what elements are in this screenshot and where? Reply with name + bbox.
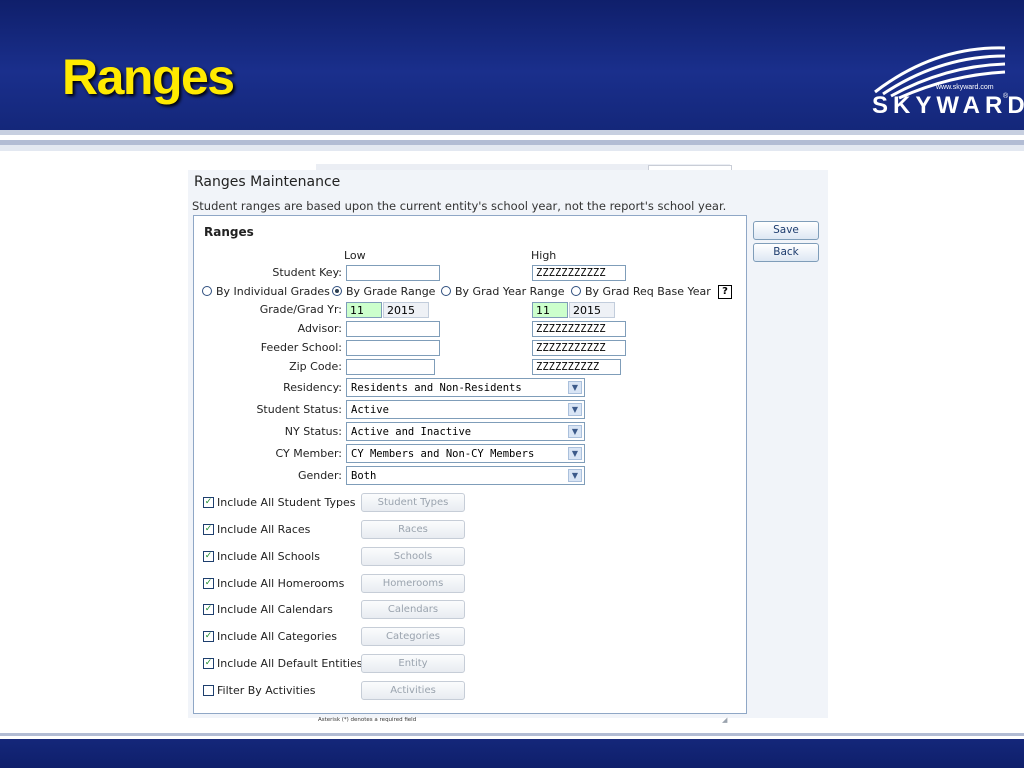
logo-wordmark: SKYWARD [872,92,1024,119]
feeder-school-label: Feeder School: [260,341,342,354]
gender-label: Gender: [297,469,342,482]
label-include-all-schools: Include All Schools [217,550,320,563]
feeder-school-high-input[interactable]: ZZZZZZZZZZZ [532,340,626,356]
categories-button[interactable]: Categories [361,627,465,646]
advisor-low-input[interactable] [346,321,440,337]
save-button[interactable]: Save [753,221,819,240]
gender-value: Both [351,470,377,482]
label-include-all-default-entities: Include All Default Entities [217,657,363,670]
checkbox-include-all-races[interactable]: ✓ [203,524,214,535]
student-key-high-input[interactable]: ZZZZZZZZZZZ [532,265,626,281]
student-types-button[interactable]: Student Types [361,493,465,512]
high-grade-input[interactable]: 11 [532,302,568,318]
required-field-note: Asterisk (*) denotes a required field [318,717,417,723]
chevron-down-icon[interactable]: ▼ [568,425,582,438]
low-column-header: Low [344,249,366,262]
zip-code-label: Zip Code: [289,360,342,373]
advisor-label: Advisor: [297,322,342,335]
residency-select[interactable]: Residents and Non-Residents ▼ [346,378,585,397]
radio-by-grad-year-range[interactable] [441,286,451,296]
chevron-down-icon[interactable]: ▼ [568,381,582,394]
calendars-button[interactable]: Calendars [361,600,465,619]
races-button[interactable]: Races [361,520,465,539]
panel-title: Ranges [204,225,254,239]
checkbox-include-all-categories[interactable]: ✓ [203,631,214,642]
student-status-label: Student Status: [256,403,342,416]
student-key-label: Student Key: [272,266,342,279]
chevron-down-icon[interactable]: ▼ [568,469,582,482]
label-filter-by-activities: Filter By Activities [217,684,316,697]
residency-label: Residency: [283,381,342,394]
radio-by-grade-range[interactable] [332,286,342,296]
checkbox-include-all-calendars[interactable]: ✓ [203,604,214,615]
checkbox-include-all-homerooms[interactable]: ✓ [203,578,214,589]
high-column-header: High [531,249,557,262]
residency-value: Residents and Non-Residents [351,382,522,394]
schools-button[interactable]: Schools [361,547,465,566]
feeder-school-low-input[interactable] [346,340,440,356]
header-stripe [0,145,1024,151]
zip-code-high-input[interactable]: ZZZZZZZZZZ [532,359,621,375]
grade-grad-yr-label: Grade/Grad Yr: [259,303,342,316]
registered-mark: ® [1003,93,1009,100]
ny-status-value: Active and Inactive [351,426,472,438]
checkbox-include-all-default-entities[interactable]: ✓ [203,658,214,669]
radio-label-by-grad-req-base-year: By Grad Req Base Year [585,285,711,298]
ny-status-label: NY Status: [284,425,342,438]
low-grade-input[interactable]: 11 [346,302,382,318]
entity-button[interactable]: Entity [361,654,465,673]
student-status-value: Active [351,404,389,416]
label-include-all-homerooms: Include All Homerooms [217,577,345,590]
label-include-all-student-types: Include All Student Types [217,496,356,509]
low-grad-year-field: 2015 [383,302,429,318]
advisor-high-input[interactable]: ZZZZZZZZZZZ [532,321,626,337]
activities-button[interactable]: Activities [361,681,465,700]
cy-member-value: CY Members and Non-CY Members [351,448,535,460]
checkbox-filter-by-activities[interactable] [203,685,214,696]
student-key-low-input[interactable] [346,265,440,281]
label-include-all-categories: Include All Categories [217,630,337,643]
high-grad-year-field: 2015 [569,302,615,318]
radio-label-by-individual-grades: By Individual Grades [216,285,330,298]
back-button[interactable]: Back [753,243,819,262]
cy-member-label: CY Member: [275,447,342,460]
label-include-all-races: Include All Races [217,523,311,536]
zip-code-low-input[interactable] [346,359,435,375]
help-button[interactable]: ? [718,285,732,299]
slide-title: Ranges [62,49,235,105]
logo-url: www.skyward.com [936,84,994,91]
chevron-down-icon[interactable]: ▼ [568,403,582,416]
cy-member-select[interactable]: CY Members and Non-CY Members ▼ [346,444,585,463]
radio-label-by-grad-year-range: By Grad Year Range [455,285,565,298]
radio-label-by-grade-range: By Grade Range [346,285,436,298]
radio-by-individual-grades[interactable] [202,286,212,296]
homerooms-button[interactable]: Homerooms [361,574,465,593]
student-status-select[interactable]: Active ▼ [346,400,585,419]
checkbox-include-all-schools[interactable]: ✓ [203,551,214,562]
screen-title: Ranges Maintenance [194,174,341,190]
label-include-all-calendars: Include All Calendars [217,603,333,616]
gender-select[interactable]: Both ▼ [346,466,585,485]
footer-bar [0,739,1024,768]
chevron-down-icon[interactable]: ▼ [568,447,582,460]
ny-status-select[interactable]: Active and Inactive ▼ [346,422,585,441]
screen-description: Student ranges are based upon the curren… [192,199,727,213]
radio-by-grad-req-base-year[interactable] [571,286,581,296]
checkbox-include-all-student-types[interactable]: ✓ [203,497,214,508]
resize-grip-icon[interactable]: ◢ [722,716,727,724]
